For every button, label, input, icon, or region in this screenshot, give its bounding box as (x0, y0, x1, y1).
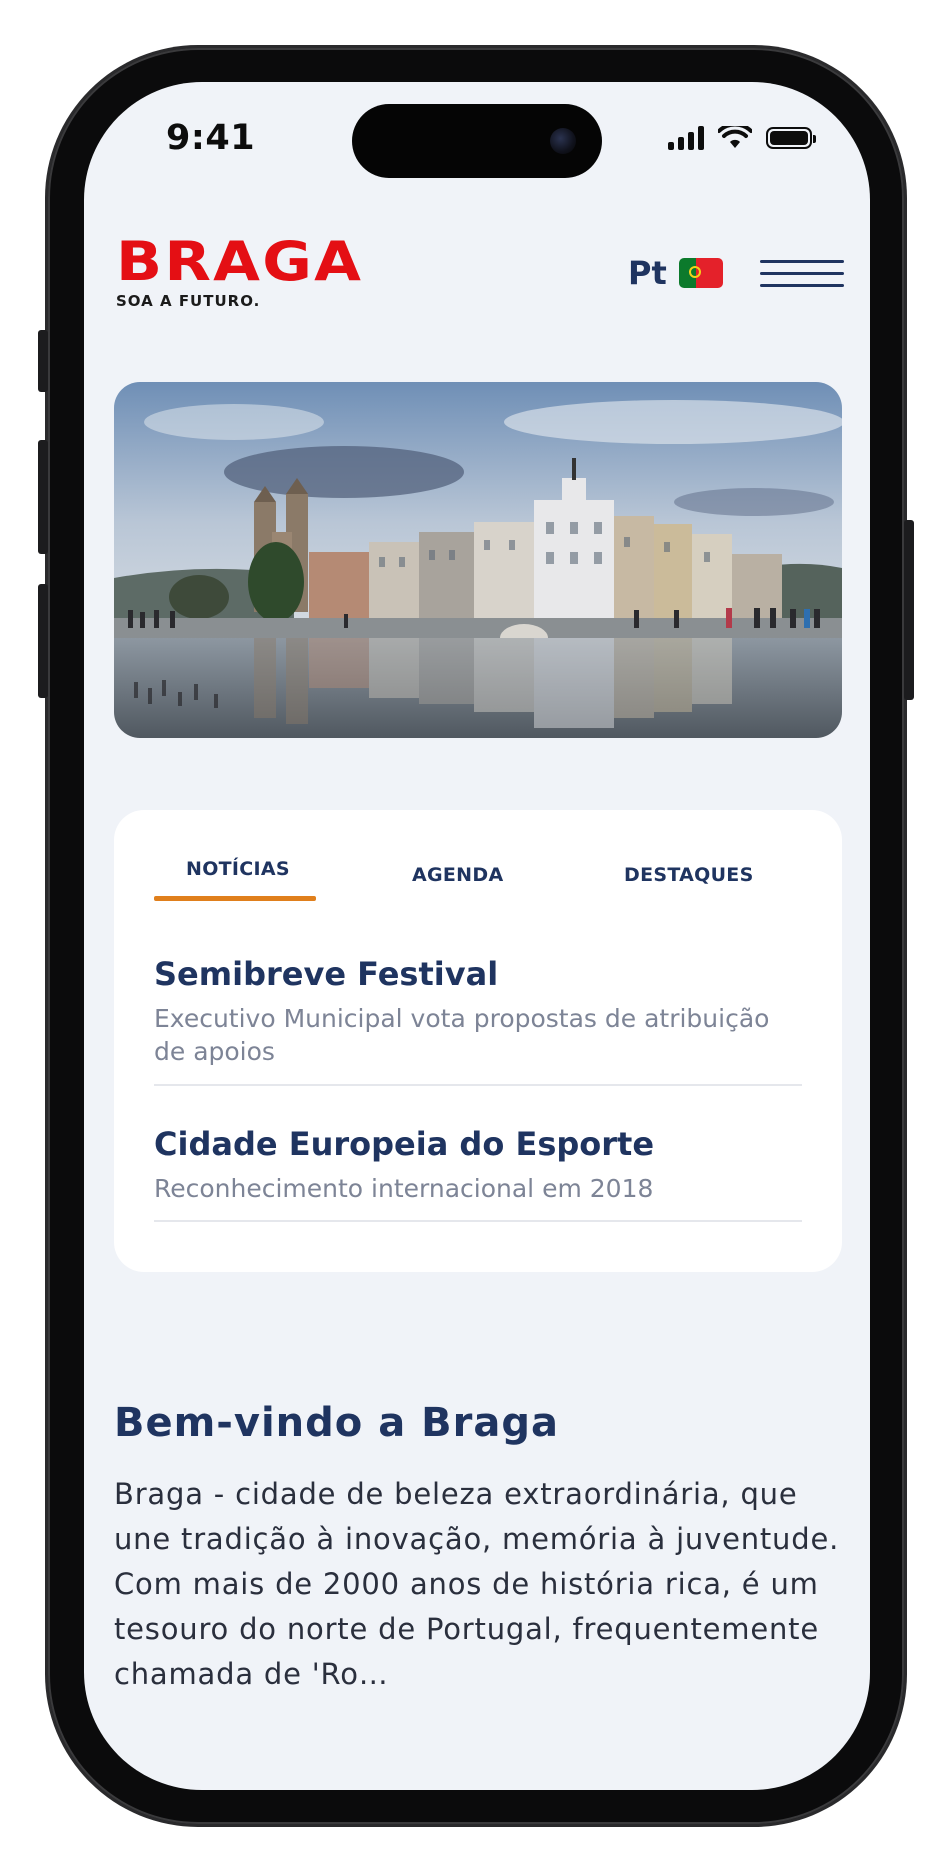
language-switch[interactable]: Pt (628, 254, 723, 292)
portugal-flag-icon (678, 258, 723, 288)
screen: 9:41 BRAGA SOA A FUTURO. Pt NOTÍCIAS AGE… (84, 82, 870, 1790)
volume-down-button (38, 584, 48, 698)
braga-city-photo (114, 382, 842, 738)
logo-wordmark: BRAGA (116, 230, 364, 293)
news-item-title: Cidade Europeia do Esporte (154, 1125, 655, 1163)
front-camera-icon (550, 128, 576, 154)
news-item-title: Semibreve Festival (154, 955, 499, 993)
logo-tagline: SOA A FUTURO. (116, 292, 261, 310)
welcome-body: Braga - cidade de beleza extraordinária,… (114, 1477, 840, 1691)
news-item[interactable]: Semibreve Festival Executivo Municipal v… (154, 954, 802, 1086)
language-label: Pt (628, 254, 667, 292)
power-button (904, 520, 914, 700)
braga-logo[interactable]: BRAGA SOA A FUTURO. (116, 234, 361, 311)
news-tabs: NOTÍCIAS AGENDA DESTAQUES (154, 856, 802, 906)
news-item[interactable]: Cidade Europeia do Esporte Reconheciment… (154, 1124, 802, 1222)
dynamic-island (352, 104, 602, 178)
wifi-icon (718, 126, 752, 148)
tab-noticias[interactable]: NOTÍCIAS (186, 858, 290, 880)
news-card: NOTÍCIAS AGENDA DESTAQUES Semibreve Fest… (114, 810, 842, 1272)
status-time: 9:41 (166, 118, 256, 158)
status-icons (668, 126, 816, 150)
news-item-subtitle: Executivo Municipal vota propostas de at… (154, 1004, 770, 1066)
news-item-subtitle: Reconhecimento internacional em 2018 (154, 1174, 654, 1203)
cellular-signal-icon (668, 126, 704, 150)
volume-up-button (38, 440, 48, 554)
tab-agenda[interactable]: AGENDA (412, 864, 503, 886)
battery-icon (766, 127, 816, 149)
tab-destaques[interactable]: DESTAQUES (624, 864, 754, 886)
hero-image (114, 382, 842, 738)
tab-active-indicator (154, 896, 316, 901)
hamburger-menu-icon[interactable] (760, 260, 844, 290)
welcome-title: Bem-vindo a Braga (114, 1400, 559, 1446)
action-button (38, 330, 48, 392)
